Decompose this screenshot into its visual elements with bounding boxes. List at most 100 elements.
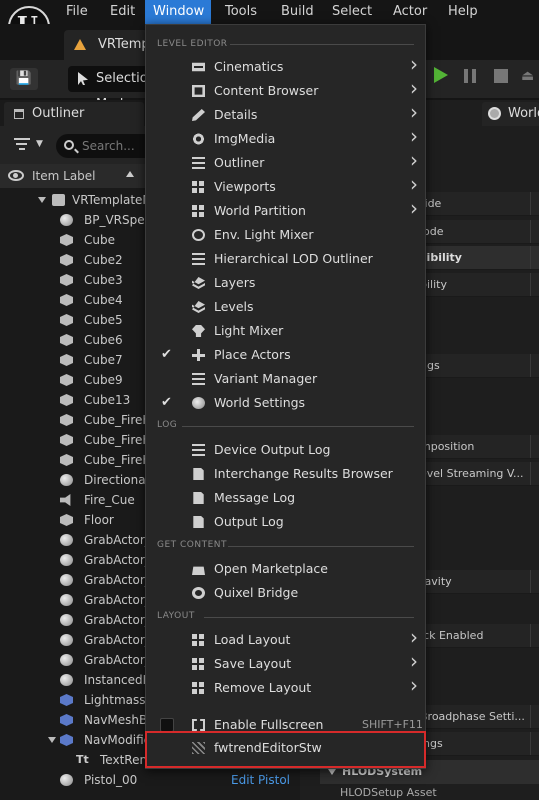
menu-item-place-actors[interactable]: ✔ Place Actors [146, 343, 425, 367]
fullscreen-checkbox[interactable] [160, 718, 174, 732]
outliner-tab[interactable]: Outliner [4, 102, 144, 126]
menu-item-save-layout[interactable]: Save Layout › [146, 649, 425, 676]
row-label: Pistol_00 [84, 773, 138, 787]
column-divider [530, 705, 531, 728]
menu-file[interactable]: File [58, 0, 96, 24]
menu-item-cinematics[interactable]: Cinematics › [146, 52, 425, 79]
section-divider [182, 426, 414, 427]
menu-item-message-log[interactable]: Message Log [146, 486, 425, 510]
menu-window[interactable]: Window [145, 0, 211, 24]
details-row-label: sibility [420, 251, 462, 264]
column-divider [530, 624, 531, 647]
menu-item-world-partition[interactable]: World Partition › [146, 196, 425, 223]
eye-icon[interactable] [8, 170, 24, 181]
menu-item-quixel-bridge[interactable]: Quixel Bridge [146, 581, 425, 605]
menu-actor[interactable]: Actor [385, 0, 435, 24]
sphere-icon [60, 654, 73, 666]
document-tab[interactable]: VRTemplate [64, 30, 174, 60]
menu-item-label: Load Layout [214, 632, 291, 647]
menu-build[interactable]: Build [273, 0, 322, 24]
menu-edit[interactable]: Edit [102, 0, 143, 24]
menu-item-variant-manager[interactable]: Variant Manager [146, 367, 425, 391]
menu-item-load-layout[interactable]: Load Layout › [146, 625, 425, 652]
row-label: Cube13 [84, 393, 131, 407]
selection-mode-dropdown[interactable]: Selection Mode [68, 66, 156, 112]
sphere-icon [60, 774, 73, 786]
cube-icon [60, 434, 73, 446]
menu-item-open-marketplace[interactable]: Open Marketplace [146, 557, 425, 581]
menu-item-output-log[interactable]: Output Log [146, 510, 425, 534]
sphere-icon [60, 534, 73, 546]
eject-icon[interactable]: ⏏ [521, 68, 535, 84]
menu-item-remove-layout[interactable]: Remove Layout › [146, 673, 425, 700]
hlod-setup-asset-label: HLODSetup Asset [340, 786, 437, 799]
chevron-right-icon: › [410, 124, 418, 148]
row-label: Cube7 [84, 353, 123, 367]
menu-item-label: Variant Manager [214, 371, 318, 386]
chevron-right-icon: › [410, 52, 418, 76]
menu-item-label: Details [214, 107, 258, 122]
menu-tools[interactable]: Tools [217, 0, 265, 24]
light-icon [60, 474, 73, 486]
sphere-icon [60, 594, 73, 606]
world-partition-icon [192, 205, 205, 217]
sphere-icon [60, 214, 73, 226]
menu-item-interchange-results-browser[interactable]: Interchange Results Browser [146, 462, 425, 486]
row-label: Cube [84, 233, 115, 247]
menu-item-details[interactable]: Details › [146, 100, 425, 127]
marketplace-icon [192, 566, 205, 575]
menu-item-env-light-mixer[interactable]: Env. Light Mixer [146, 223, 425, 247]
expand-icon[interactable] [48, 737, 56, 743]
section-level-editor: LEVEL EDITOR [157, 39, 228, 49]
section-divider [230, 44, 414, 45]
enable-fullscreen-item[interactable]: Enable Fullscreen SHIFT+F11 [146, 713, 425, 737]
menu-item-viewports[interactable]: Viewports › [146, 172, 425, 199]
filter-icon[interactable] [14, 138, 30, 152]
chevron-down-icon[interactable]: ▼ [36, 139, 43, 149]
section-get-content: GET CONTENT [157, 540, 228, 550]
layers-icon [192, 277, 205, 289]
content-browser-icon [192, 85, 205, 97]
cube-icon [60, 334, 73, 346]
fwtrend-editor-item[interactable]: fwtrendEditorStw [146, 736, 425, 760]
menu-item-layers[interactable]: Layers [146, 271, 425, 295]
cube-icon [60, 414, 73, 426]
play-button[interactable] [434, 67, 448, 83]
menu-item-light-mixer[interactable]: Light Mixer [146, 319, 425, 343]
details-icon [192, 109, 205, 121]
pause-button[interactable] [464, 69, 476, 83]
menu-item-imgmedia[interactable]: ImgMedia › [146, 124, 425, 151]
interchange-icon [193, 468, 204, 480]
menu-item-content-browser[interactable]: Content Browser › [146, 76, 425, 103]
expand-icon[interactable] [38, 197, 46, 203]
menu-item-label: Message Log [214, 490, 296, 505]
menu-item-device-output-log[interactable]: Device Output Log [146, 438, 425, 462]
menu-item-label: Output Log [214, 514, 284, 529]
stop-button[interactable] [494, 69, 508, 83]
check-icon: ✔ [161, 347, 172, 362]
outliner-icon [192, 157, 205, 169]
chevron-right-icon: › [410, 172, 418, 196]
menu-help[interactable]: Help [440, 0, 486, 24]
item-label-column[interactable]: Item Label [32, 164, 96, 188]
menu-item-world-settings[interactable]: ✔ World Settings [146, 391, 425, 415]
menu-item-hierarchical-lod-outliner[interactable]: Hierarchical LOD Outliner [146, 247, 425, 271]
column-divider [530, 435, 531, 458]
check-icon: ✔ [161, 395, 172, 410]
menu-item-levels[interactable]: Levels [146, 295, 425, 319]
menu-item-label: World Partition [214, 203, 306, 218]
outliner-row[interactable]: Pistol_00 Edit Pistol [0, 770, 300, 790]
row-type[interactable]: Edit Pistol [231, 770, 290, 790]
sort-ascending-icon[interactable] [126, 171, 134, 177]
column-divider [530, 192, 531, 215]
save-button[interactable]: 💾 [10, 68, 38, 90]
message-log-icon [193, 492, 204, 504]
sphere-icon [60, 634, 73, 646]
menu-item-label: Quixel Bridge [214, 585, 299, 600]
world-settings-tab[interactable]: World [482, 102, 539, 126]
cube-icon [60, 274, 73, 286]
column-divider [530, 273, 531, 296]
menu-item-outliner[interactable]: Outliner › [146, 148, 425, 175]
row-label: Cube6 [84, 333, 123, 347]
menu-select[interactable]: Select [324, 0, 380, 24]
